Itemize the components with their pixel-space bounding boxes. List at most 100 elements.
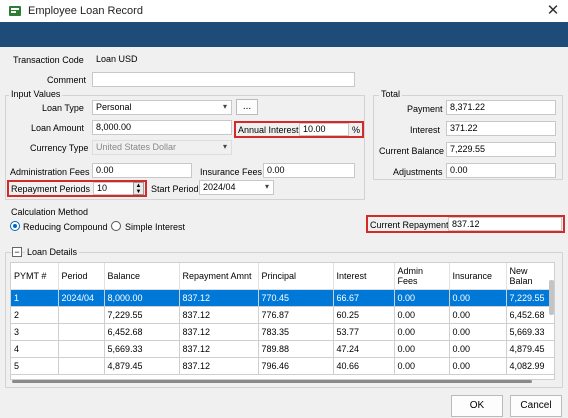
table-cell: 8,000.00 [104, 289, 180, 307]
table-cell: 789.88 [258, 340, 334, 358]
column-header[interactable]: Balance [104, 263, 180, 290]
comment-label: Comment [47, 75, 87, 85]
table-cell: 770.45 [258, 289, 334, 307]
loan-type-browse-button[interactable]: ... [236, 99, 258, 115]
table-cell: 4,082.99 [506, 357, 554, 375]
table-cell: 0.00 [394, 306, 450, 324]
comment-field[interactable] [92, 72, 355, 87]
loan-amount-field[interactable]: 8,000.00 [92, 120, 232, 135]
table-cell: 4,879.45 [506, 340, 554, 358]
table-cell: 7,229.55 [506, 289, 554, 307]
table-row[interactable]: 4 5,669.33 837.12 789.88 47.24 0.00 0.00 4,879.… [11, 340, 554, 358]
input-values-title: Input Values [9, 89, 63, 99]
currency-type-label: Currency Type [30, 143, 89, 153]
loan-details-title: Loan Details [25, 247, 80, 257]
table-cell: 7,229.55 [104, 306, 180, 324]
collapse-toggle-icon[interactable]: − [12, 247, 22, 257]
repayment-periods-field[interactable]: 10 [93, 182, 135, 195]
reducing-compound-radio[interactable] [10, 221, 20, 231]
table-cell: 5 [11, 357, 59, 375]
annual-interest-label: Annual Interest [238, 125, 299, 135]
table-cell: 1 [11, 289, 59, 307]
start-period-label: Start Period [151, 184, 199, 194]
table-cell: 3 [11, 323, 59, 341]
table-cell: 2024/04 [58, 289, 105, 307]
header-band [0, 22, 568, 47]
table-cell: 0.00 [394, 323, 450, 341]
payment-label: Payment [407, 104, 443, 114]
simple-interest-label[interactable]: Simple Interest [125, 222, 185, 232]
column-header[interactable]: New Balan [506, 263, 554, 290]
table-row[interactable]: 1 2024/04 8,000.00 837.12 770.45 66.67 0.00 0.0… [11, 289, 554, 307]
admin-fees-field[interactable]: 0.00 [92, 163, 192, 178]
table-row[interactable]: 3 6,452.68 837.12 783.35 53.77 0.00 0.00 5,669.… [11, 323, 554, 341]
table-cell: 0.00 [449, 289, 507, 307]
start-period-select[interactable]: 2024/04 ▾ [199, 180, 274, 195]
table-cell: 66.67 [333, 289, 395, 307]
transaction-code-field: Loan USD [92, 52, 355, 67]
table-cell: 40.66 [333, 357, 395, 375]
window-title: Employee Loan Record [28, 5, 143, 17]
table-cell: 4,879.45 [104, 357, 180, 375]
spinner-icon[interactable]: ▲ ▼ [133, 182, 144, 195]
ok-button[interactable]: OK [451, 395, 503, 417]
column-header[interactable]: PYMT # [11, 263, 59, 290]
repayment-periods-label: Repayment Periods [11, 184, 91, 194]
table-cell [58, 323, 105, 341]
table-cell: 5,669.33 [104, 340, 180, 358]
table-cell: 60.25 [333, 306, 395, 324]
table-cell: 0.00 [394, 357, 450, 375]
app-icon [9, 6, 21, 16]
table-row[interactable]: 2 7,229.55 837.12 776.87 60.25 0.00 0.00 6,452.… [11, 306, 554, 324]
table-cell: 53.77 [333, 323, 395, 341]
table-cell [58, 306, 105, 324]
column-header[interactable]: Insurance [449, 263, 507, 290]
column-header[interactable]: Admin Fees [394, 263, 450, 290]
column-header[interactable]: Repayment Amnt [179, 263, 259, 290]
close-icon[interactable]: ✕ [543, 1, 563, 21]
table-cell: 0.00 [449, 340, 507, 358]
table-cell: 0.00 [394, 340, 450, 358]
table-cell: 0.00 [449, 323, 507, 341]
loan-type-value: Personal [96, 102, 132, 112]
chevron-down-icon: ▾ [222, 102, 227, 111]
annual-interest-field[interactable]: 10.00 [299, 123, 349, 136]
loan-type-select[interactable]: Personal ▾ [92, 100, 232, 115]
table-cell [58, 340, 105, 358]
currency-type-value: United States Dollar [96, 142, 177, 152]
simple-interest-radio[interactable] [111, 221, 121, 231]
cancel-button[interactable]: Cancel [510, 395, 562, 417]
currency-type-select: United States Dollar ▾ [92, 140, 232, 155]
title-bar: Employee Loan Record ✕ [0, 0, 568, 22]
adjustments-label: Adjustments [393, 167, 443, 177]
percent-sign: % [352, 125, 361, 135]
table-cell: 6,452.68 [104, 323, 180, 341]
table-cell: 776.87 [258, 306, 334, 324]
table-cell: 47.24 [333, 340, 395, 358]
column-header[interactable]: Principal [258, 263, 334, 290]
table-cell [58, 357, 105, 375]
table-cell: 837.12 [179, 340, 259, 358]
table-cell: 783.35 [258, 323, 334, 341]
insurance-fees-field[interactable]: 0.00 [263, 163, 355, 178]
table-cell: 796.46 [258, 357, 334, 375]
current-balance-label: Current Balance [379, 146, 445, 156]
current-repayment-label: Current Repayment [370, 220, 449, 230]
horizontal-scrollbar-thumb[interactable] [12, 380, 532, 383]
adjustments-field: 0.00 [446, 163, 556, 178]
table-cell: 4 [11, 340, 59, 358]
table-cell: 5,669.33 [506, 323, 554, 341]
column-header[interactable]: Period [58, 263, 105, 290]
table-cell: 6,452.68 [506, 306, 554, 324]
table-cell: 837.12 [179, 289, 259, 307]
column-header[interactable]: Interest [333, 263, 395, 290]
reducing-compound-label[interactable]: Reducing Compound [23, 222, 108, 232]
current-repayment-field: 837.12 [448, 217, 562, 231]
table-row[interactable]: 5 4,879.45 837.12 796.46 40.66 0.00 0.00 4,082.… [11, 357, 554, 375]
table-cell: 837.12 [179, 306, 259, 324]
current-balance-field: 7,229.55 [446, 142, 556, 157]
transaction-code-label: Transaction Code [13, 55, 84, 65]
interest-field: 371.22 [446, 121, 556, 136]
chevron-down-icon: ▾ [264, 182, 269, 191]
vertical-scrollbar-thumb[interactable] [549, 280, 554, 315]
